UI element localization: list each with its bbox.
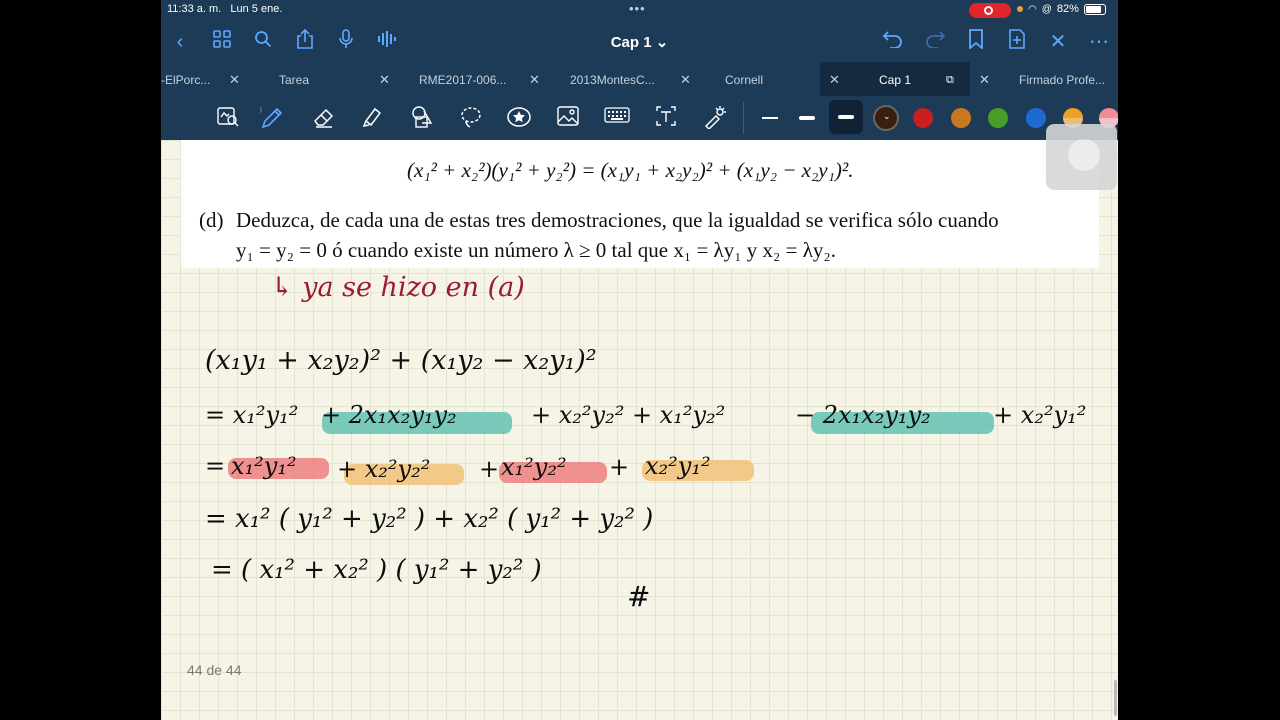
- tab-tarea[interactable]: Tarea ✕: [279, 62, 390, 98]
- shapes-icon[interactable]: [409, 105, 435, 131]
- text-box-icon[interactable]: [653, 105, 679, 131]
- color-swatch-orange[interactable]: [951, 108, 971, 128]
- tab-close-icon[interactable]: ✕: [680, 62, 691, 98]
- pen-tool-icon[interactable]: ᛒ: [259, 105, 285, 131]
- medium-stroke-option[interactable]: [799, 116, 815, 120]
- tab-label: Cornell: [725, 73, 764, 87]
- handwritten-line-3b: + x₂²y₂²: [337, 455, 431, 483]
- tab-firmado[interactable]: ✕ Firmado Profe...: [979, 62, 1118, 96]
- more-icon[interactable]: ⋯: [1086, 29, 1112, 55]
- tab-close-icon[interactable]: ✕: [379, 62, 390, 98]
- tab-label: Tarea: [279, 73, 310, 87]
- eraser-icon[interactable]: [311, 105, 337, 131]
- color-swatch-blue[interactable]: [1026, 108, 1046, 128]
- tab-label: RME2017-006...: [419, 73, 507, 87]
- item-text-line2: y₁ = y₂ = 0 ó cuando existe un número λ …: [236, 238, 836, 262]
- redo-icon[interactable]: [922, 29, 948, 55]
- handwritten-line-2a: = x₁²y₁²: [205, 401, 299, 429]
- color-swatch-red[interactable]: [913, 108, 933, 128]
- highlighter-icon[interactable]: [360, 105, 386, 131]
- status-time: 11:33 a. m. Lun 5 ene.: [167, 3, 283, 15]
- close-icon[interactable]: ✕: [1045, 29, 1071, 55]
- thick-stroke-option[interactable]: [829, 100, 863, 134]
- laser-pointer-icon[interactable]: [702, 105, 728, 131]
- handwritten-line-3c: +: [479, 455, 500, 483]
- mic-indicator-icon: [1017, 6, 1023, 12]
- split-view-icon[interactable]: ⧉: [946, 62, 954, 98]
- tab-elporc[interactable]: -ElPorc... ✕: [161, 62, 241, 96]
- svg-text:ᛒ: ᛒ: [259, 106, 263, 114]
- tab-close-icon[interactable]: ✕: [529, 62, 540, 98]
- tab-cap1[interactable]: ✕ Cap 1 ⧉: [820, 62, 970, 96]
- multitask-dots[interactable]: •••: [629, 1, 646, 16]
- screen-record-icon[interactable]: [969, 3, 1011, 18]
- handwritten-line-3d: x₁²y₂²: [501, 453, 567, 481]
- handwritten-line-3f: x₂²y₁²: [645, 452, 711, 480]
- undo-icon[interactable]: [880, 29, 906, 55]
- identity-equation: (x₁² + x₂²)(y₁² + y₂²) = (x₁y₁ + x₂y₂)² …: [407, 158, 854, 182]
- image-icon[interactable]: [555, 105, 581, 131]
- tab-label: -ElPorc...: [161, 73, 211, 87]
- tab-cornell[interactable]: Cornell: [725, 62, 815, 96]
- tab-2013montes[interactable]: 2013MontesC... ✕: [570, 62, 695, 96]
- item-text-line1: Deduzca, de cada una de estas tres demos…: [236, 208, 999, 232]
- handwritten-line-4: = x₁² ( y₁² + y₂² ) + x₂² ( y₁² + y₂² ): [205, 504, 654, 534]
- handwritten-line-3-equals: =: [205, 452, 226, 480]
- thin-stroke-option[interactable]: [762, 117, 778, 119]
- tab-label: 2013MontesC...: [570, 73, 655, 87]
- drawing-toolbar: ᛒ ⌄: [161, 96, 1118, 140]
- battery-icon: [1083, 3, 1106, 15]
- tab-close-icon[interactable]: ✕: [829, 62, 840, 98]
- item-label: (d): [199, 208, 224, 232]
- handwritten-note: ↳ ya se hizo en (a): [271, 272, 525, 303]
- sticker-icon[interactable]: [506, 105, 532, 131]
- handwritten-line-2e: + x₂²y₁²: [993, 401, 1087, 429]
- handwritten-end-mark: #: [627, 580, 651, 613]
- ipad-screen: 11:33 a. m. Lun 5 ene. ••• ◠ @ 82% ‹ Cap…: [161, 0, 1118, 720]
- tab-label: Firmado Profe...: [1019, 73, 1106, 87]
- handwritten-line-1: (x₁y₁ + x₂y₂)² + (x₁y₂ − x₂y₁)²: [205, 345, 597, 376]
- pdf-page-excerpt: (x₁² + x₂²)(y₁² + y₂²) = (x₁y₁ + x₂y₂)² …: [181, 140, 1099, 268]
- handwritten-line-2b: + 2x₁x₂y₁y₂: [321, 401, 457, 429]
- handwritten-line-2d: − 2x₁x₂y₁y₂: [795, 401, 931, 429]
- keyboard-icon[interactable]: [604, 105, 630, 131]
- handwritten-line-3e: +: [609, 453, 630, 481]
- handwritten-line-5: = ( x₁² + x₂² ) ( y₁² + y₂² ): [211, 555, 542, 585]
- zoom-window-handle[interactable]: [1046, 124, 1117, 190]
- tab-rme2017[interactable]: RME2017-006... ✕: [419, 62, 544, 96]
- lock-rotation-icon: @: [1041, 3, 1052, 15]
- battery-percent: 82%: [1056, 3, 1079, 15]
- wifi-icon: ◠: [1028, 3, 1037, 15]
- read-mode-icon[interactable]: [215, 105, 241, 131]
- tab-label: Cap 1: [879, 73, 912, 87]
- bookmark-icon[interactable]: [963, 29, 989, 55]
- status-bar: 11:33 a. m. Lun 5 ene. ••• ◠ @ 82%: [161, 0, 1118, 22]
- scrollbar[interactable]: [1114, 680, 1117, 716]
- color-swatch-green[interactable]: [988, 108, 1008, 128]
- handwritten-line-3a: x₁²y₁²: [231, 452, 297, 480]
- tab-close-icon[interactable]: ✕: [979, 62, 990, 98]
- tab-close-icon[interactable]: ✕: [229, 62, 240, 98]
- page-indicator: 44 de 44: [187, 662, 242, 678]
- handwritten-line-2c: + x₂²y₂² + x₁²y₂²: [531, 401, 726, 429]
- add-page-icon[interactable]: [1004, 29, 1030, 55]
- status-right: ◠ @ 82%: [1017, 3, 1106, 15]
- lasso-icon[interactable]: [458, 105, 484, 131]
- color-swatch-brown[interactable]: ⌄: [873, 105, 899, 131]
- tab-bar: -ElPorc... ✕ Tarea ✕ RME2017-006... ✕ 2013M…: [161, 62, 1118, 96]
- navigation-bar: ‹ Cap 1 ⌄ ✕ ⋯: [161, 22, 1118, 62]
- toolbar-divider: [743, 102, 744, 134]
